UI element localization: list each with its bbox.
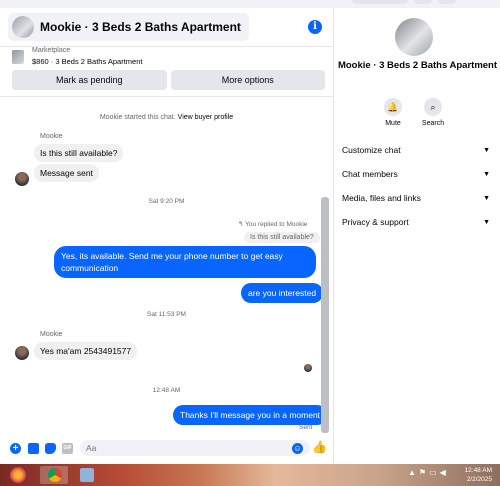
top-pill xyxy=(438,0,456,4)
chevron-down-icon: ▼ xyxy=(483,170,490,178)
chevron-down-icon: ▼ xyxy=(483,146,490,154)
listing-thumbnail xyxy=(12,50,24,64)
plus-icon[interactable]: + xyxy=(10,443,21,454)
thumbs-up-icon[interactable]: 👍 xyxy=(312,441,327,454)
outgoing-message[interactable]: are you interested xyxy=(241,283,324,303)
listing-price: $860 · 3 Beds 2 Baths Apartment xyxy=(32,57,143,66)
replied-quote[interactable]: Is this still available? xyxy=(244,232,320,243)
mark-pending-button[interactable]: Mark as pending xyxy=(12,70,167,90)
listing-summary[interactable]: Marketplace $860 · 3 Beds 2 Baths Apartm… xyxy=(10,47,330,70)
sender-name: Mookie xyxy=(40,133,63,140)
tray-icons[interactable]: ▲⚑▭◀ xyxy=(408,468,449,477)
chrome-icon[interactable] xyxy=(48,468,62,482)
chat-header: Mookie · 3 Beds 2 Baths Apartment i xyxy=(8,12,328,42)
info-icon[interactable]: i xyxy=(308,20,322,34)
mute-button[interactable]: 🔔 Mute xyxy=(373,98,413,127)
sidebar-item-label: Customize chat xyxy=(342,145,401,155)
search-label: Search xyxy=(421,120,445,127)
timestamp: Sat 9:20 PM xyxy=(148,198,185,205)
search-button[interactable]: ⌕ Search xyxy=(413,98,453,127)
mute-label: Mute xyxy=(385,120,401,127)
chat-title: Mookie · 3 Beds 2 Baths Apartment xyxy=(40,20,241,34)
chevron-up-icon[interactable]: ▲ xyxy=(408,468,419,477)
outgoing-message[interactable]: Yes, its available. Send me your phone n… xyxy=(54,246,316,278)
more-options-button[interactable]: More options xyxy=(170,70,325,90)
sidebar-title: Mookie · 3 Beds 2 Baths Apartment xyxy=(337,60,498,71)
top-pill xyxy=(352,0,408,4)
chat-panel: Mookie · 3 Beds 2 Baths Apartment i Mark… xyxy=(0,8,333,464)
sidebar-item-privacy-support[interactable]: Privacy & support ▼ xyxy=(342,214,490,230)
sidebar-item-label: Chat members xyxy=(342,169,398,179)
incoming-message[interactable]: Yes ma'am 2543491577 xyxy=(34,342,138,360)
timestamp: Sat 11:53 PM xyxy=(147,311,186,318)
chat-started-notice: Mookie started this chat. View buyer pro… xyxy=(0,114,333,121)
search-icon: ⌕ xyxy=(424,98,442,116)
scrollbar[interactable] xyxy=(321,197,329,433)
bell-icon: 🔔 xyxy=(384,98,402,116)
sidebar-item-chat-members[interactable]: Chat members ▼ xyxy=(342,166,490,182)
system-clock[interactable]: 12:48 AM 2/2/2025 xyxy=(465,466,492,484)
chat-started-text: Mookie started this chat. xyxy=(99,114,176,121)
browser-top-strip xyxy=(0,0,500,8)
timestamp: 12:48 AM xyxy=(152,387,181,394)
view-buyer-profile-link[interactable]: View buyer profile xyxy=(178,114,234,121)
clock-date: 2/2/2025 xyxy=(466,476,492,483)
firefox-icon[interactable] xyxy=(10,467,26,483)
clock-time: 12:48 AM xyxy=(464,467,492,474)
top-pill xyxy=(414,0,432,4)
gif-icon[interactable]: GIF xyxy=(62,443,73,454)
listing-actions: Mark as pending More options xyxy=(12,70,325,90)
sidebar-item-label: Privacy & support xyxy=(342,217,409,227)
listing-photo[interactable] xyxy=(395,18,433,56)
sidebar-item-customize-chat[interactable]: Customize chat ▼ xyxy=(342,142,490,158)
incoming-message[interactable]: Is this still available? xyxy=(34,144,124,162)
replied-to-text: You replied to Mookie xyxy=(245,221,308,228)
outgoing-message[interactable]: Thanks I'll message you in a moment xyxy=(173,405,328,425)
chevron-down-icon: ▼ xyxy=(483,218,490,226)
chat-info-sidebar: Mookie · 3 Beds 2 Baths Apartment 🔔 Mute… xyxy=(333,8,500,464)
message-input[interactable] xyxy=(80,440,310,456)
image-icon[interactable] xyxy=(28,443,39,454)
flag-icon[interactable]: ⚑ xyxy=(419,468,429,477)
divider xyxy=(0,96,333,97)
replied-to-label: ↰ You replied to Mookie xyxy=(238,220,307,228)
chat-title-button[interactable]: Mookie · 3 Beds 2 Baths Apartment xyxy=(8,13,249,41)
volume-icon[interactable]: ◀ xyxy=(440,468,449,477)
network-icon[interactable]: ▭ xyxy=(429,468,440,477)
app-icon[interactable] xyxy=(80,468,94,482)
buyer-avatar[interactable] xyxy=(15,346,29,360)
sidebar-item-media-files-links[interactable]: Media, files and links ▼ xyxy=(342,190,490,206)
buyer-avatar[interactable] xyxy=(15,172,29,186)
listing-avatar xyxy=(12,16,34,38)
chevron-down-icon: ▼ xyxy=(483,194,490,202)
sender-name: Mookie xyxy=(40,331,63,338)
listing-category: Marketplace xyxy=(32,47,71,54)
sidebar-item-label: Media, files and links xyxy=(342,193,421,203)
emoji-icon[interactable]: ☺ xyxy=(292,443,303,454)
seen-avatar xyxy=(304,364,312,372)
message-status: Sent xyxy=(299,424,313,431)
incoming-message[interactable]: Message sent xyxy=(34,164,99,182)
